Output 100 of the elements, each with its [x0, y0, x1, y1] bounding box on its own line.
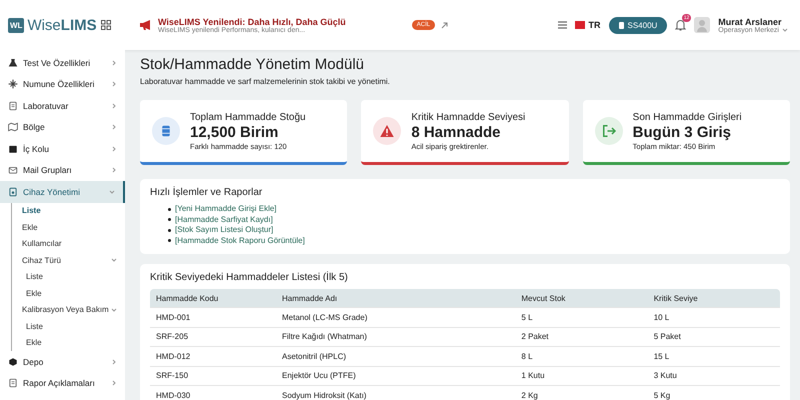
sidebar-subitem[interactable]: Liste: [12, 202, 125, 219]
card-title: Son Hammadde Girişleri: [632, 112, 742, 122]
sidebar-item-label[interactable]: Laboratuvar: [23, 100, 68, 111]
table-cell: SRF-205: [150, 327, 276, 346]
sidebar-item-label[interactable]: Mail Grupları: [23, 165, 72, 176]
sidebar-item[interactable]: İç Kolu: [0, 138, 125, 160]
action-link[interactable]: [Hammadde Sarfiyat Kaydı]: [175, 214, 273, 225]
doc-icon: [8, 378, 18, 388]
bullet-icon: [168, 208, 171, 211]
sidebar-item[interactable]: Depo: [0, 351, 125, 372]
sidebar-subitem[interactable]: Kalibrasyon Veya Bakım: [12, 302, 125, 318]
chevron-right-icon[interactable]: [111, 146, 117, 152]
warning-icon: [373, 117, 402, 145]
sidebar-item[interactable]: Laboratuvar: [0, 95, 125, 116]
table-cell: Metanol (LC-MS Grade): [276, 308, 516, 327]
chevron-right-icon[interactable]: [111, 81, 117, 88]
table-cell: 3 Kutu: [648, 366, 780, 386]
flask-icon: [8, 58, 18, 68]
sidebar-item-label[interactable]: Numune Özellikleri: [23, 79, 94, 90]
sidebar-item-label[interactable]: İç Kolu: [23, 144, 49, 154]
table-cell: Sodyum Hidroksit (Katı): [276, 386, 516, 400]
action-link[interactable]: [Hammadde Stok Raporu Görüntüle]: [175, 236, 305, 246]
card-title: Kritik Hamnadde Seviyesi: [411, 112, 526, 122]
bullet-icon: [168, 228, 171, 232]
sidebar-subitem[interactable]: Ekle: [12, 219, 125, 236]
page-title: Stok/Hammadde Yönetim Modülü: [140, 56, 366, 73]
chevron-right-icon[interactable]: [111, 358, 117, 365]
chevron-right-icon[interactable]: [111, 124, 117, 130]
announcement-title[interactable]: WiseLIMS Yenilendi: Daha Hızlı, Daha Güçlü: [158, 16, 346, 26]
sidebar-subitem[interactable]: Liste: [12, 318, 125, 334]
table-cell: 5 Kg: [648, 386, 780, 400]
table-cell: 5 L: [515, 308, 648, 327]
sidebar-subitem[interactable]: Cihaz Türü: [12, 252, 125, 268]
sidebar-item[interactable]: Cihaz Yönetimi: [0, 181, 125, 202]
bullet-icon: [168, 239, 171, 242]
logo-text: WiseLIMS: [27, 16, 97, 34]
chevron-right-icon[interactable]: [111, 167, 117, 174]
page-subtitle: Laboratuvar hammadde ve sarf malzemelerinin stok takibi ve yönetimi.: [140, 77, 391, 86]
table-cell: Enjektör Ucu (PTFE): [276, 366, 516, 386]
table-cell: 15 L: [648, 346, 780, 366]
bell-icon[interactable]: [675, 19, 686, 31]
megaphone-icon: [139, 19, 152, 31]
card-value: 8 Hamnadde: [411, 124, 502, 140]
doc-icon: [8, 100, 18, 111]
chevron-right-icon[interactable]: [111, 380, 117, 386]
card-title: Toplam Hammadde Stoğu: [190, 112, 306, 122]
table-cell: 2 Kg: [515, 386, 648, 400]
card-value: Bugün 3 Giriş: [632, 124, 732, 140]
menu-icon[interactable]: [558, 21, 566, 29]
sidebar-subitem[interactable]: Ekle: [12, 334, 125, 351]
table-cell: HMD-001: [150, 308, 276, 327]
logo-badge: WL: [8, 18, 24, 32]
action-link[interactable]: [Stok Sayım Listesi Oluştur]: [175, 225, 274, 236]
entry-icon: [594, 117, 623, 145]
language-label[interactable]: TR: [588, 20, 600, 30]
table-cell: 8 L: [515, 346, 648, 366]
table-cell: Asetonitril (HPLC): [276, 346, 516, 366]
barrel-icon: [152, 117, 180, 145]
sidebar-item[interactable]: Test Ve Özellikleri: [0, 52, 125, 74]
device-icon: [8, 186, 18, 197]
sidebar-item-label[interactable]: Test Ve Özellikleri: [23, 58, 90, 68]
chevron-down-icon[interactable]: [109, 188, 115, 195]
chevron-right-icon[interactable]: [111, 60, 117, 66]
table-cell: HMD-012: [150, 346, 276, 366]
column-header: Hammadde Adı: [276, 289, 516, 308]
table-cell: 2 Paket: [515, 327, 648, 346]
action-link[interactable]: [Yeni Hammadde Girişi Ekle]: [175, 204, 277, 214]
panel-title: Kritik Seviyedeki Hammaddeler Listesi (İlk 5): [150, 272, 349, 283]
panel-title: Hızlı İşlemler ve Raporlar: [150, 187, 264, 198]
sidebar-item-label[interactable]: Cihaz Yönetimi: [23, 186, 80, 197]
chevron-down-icon[interactable]: [782, 27, 788, 33]
device-button[interactable]: SS400U: [608, 16, 668, 34]
sidebar-item-label[interactable]: Rapor Açıklamaları: [23, 378, 95, 388]
card-value: 12,500 Birim: [190, 124, 280, 140]
sidebar-item[interactable]: Bölge: [0, 116, 125, 138]
sidebar-subitem[interactable]: Liste: [12, 268, 125, 285]
table-cell: Filtre Kağıdı (Whatman): [276, 327, 516, 346]
chevron-down-icon[interactable]: [111, 257, 117, 264]
table-cell: HMD-030: [150, 386, 276, 400]
external-link-icon[interactable]: [441, 22, 448, 28]
bullet-icon: [168, 218, 171, 222]
sidebar-subitem[interactable]: Ekle: [12, 285, 125, 302]
mail-icon: [8, 165, 18, 176]
table-cell: 5 Paket: [648, 327, 780, 346]
column-header: Kritik Seviye: [648, 289, 780, 308]
sidebar-item[interactable]: Rapor Açıklamaları: [0, 372, 125, 394]
device-icon: [618, 22, 624, 28]
table-cell: 1 Kutu: [515, 366, 648, 386]
grid-icon[interactable]: [101, 20, 111, 30]
sidebar-item-label[interactable]: Depo: [23, 356, 44, 367]
chevron-down-icon[interactable]: [111, 306, 117, 313]
column-header: Hammadde Kodu: [150, 289, 276, 308]
table-cell: SRF-150: [150, 366, 276, 386]
sidebar-item[interactable]: Mail Grupları: [0, 160, 125, 181]
sidebar-item[interactable]: Numune Özellikleri: [0, 74, 125, 95]
flag-icon: [574, 21, 584, 29]
sidebar-subitem[interactable]: Kullamcılar: [12, 236, 125, 252]
user-name: Murat Arslaner: [718, 16, 782, 26]
sidebar-item-label[interactable]: Bölge: [23, 122, 45, 132]
chevron-right-icon[interactable]: [111, 102, 117, 109]
